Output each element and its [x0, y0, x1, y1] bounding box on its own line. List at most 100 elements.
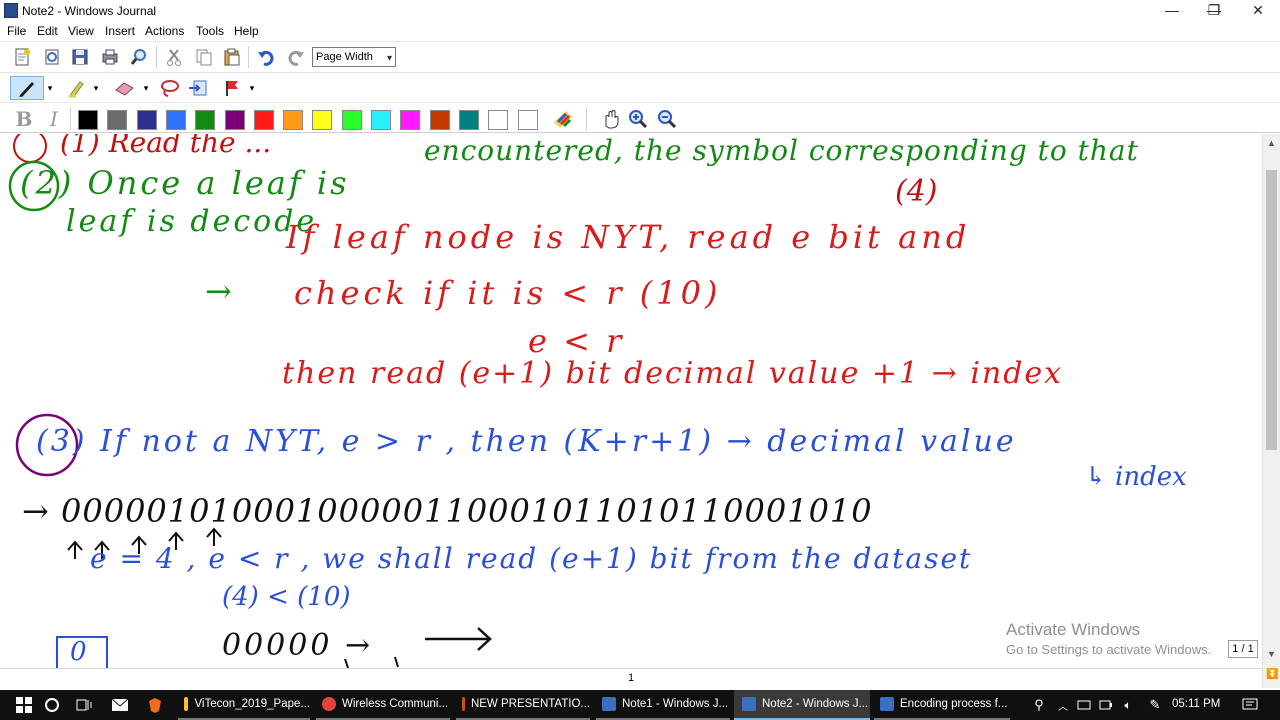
- scrollbar-thumb[interactable]: [1266, 170, 1277, 450]
- note-line: ↳ index: [1085, 462, 1187, 492]
- chevron-up-icon[interactable]: ︿: [1056, 690, 1070, 720]
- pen-icon[interactable]: [10, 76, 44, 100]
- color-swatch[interactable]: [107, 110, 128, 130]
- paste-icon[interactable]: [220, 45, 244, 69]
- zoom-value: Page Width: [316, 51, 373, 63]
- journal-app-icon: [4, 3, 18, 18]
- battery-icon[interactable]: [1098, 690, 1114, 720]
- notifications-icon[interactable]: [1240, 690, 1260, 720]
- zoom-out-icon[interactable]: [655, 107, 679, 131]
- taskbar-item[interactable]: NEW PRESENTATIO...: [456, 690, 590, 720]
- menu-actions[interactable]: Actions: [145, 24, 184, 38]
- flag-icon[interactable]: [220, 76, 244, 100]
- task-view-icon[interactable]: [74, 690, 94, 720]
- color-swatch[interactable]: [136, 110, 157, 130]
- window-title: Note2 - Windows Journal: [22, 4, 157, 18]
- scroll-up-icon[interactable]: ▲: [1267, 138, 1276, 148]
- note-line: (2) Once a leaf is: [20, 164, 350, 202]
- people-icon[interactable]: ⚲: [1030, 690, 1048, 720]
- toolbar-separator: [156, 46, 157, 68]
- cut-icon[interactable]: [162, 45, 186, 69]
- highlighter-dropdown-icon[interactable]: ▾: [90, 76, 102, 100]
- taskbar-item[interactable]: Note1 - Windows J...: [596, 690, 730, 720]
- highlighter-icon[interactable]: [64, 76, 88, 100]
- note-line: If leaf node is NYT, read e bit and: [286, 218, 971, 256]
- menu-help[interactable]: Help: [234, 24, 259, 38]
- menu-edit[interactable]: Edit: [37, 24, 58, 38]
- note-line: encountered, the symbol corresponding to…: [424, 134, 1139, 167]
- mail-icon[interactable]: [110, 690, 130, 720]
- maximize-button[interactable]: ❐: [1192, 0, 1236, 22]
- note-line: then read (e+1) bit decimal value +1 → i…: [282, 356, 1064, 391]
- find-icon[interactable]: [127, 45, 151, 69]
- save-icon[interactable]: [68, 45, 92, 69]
- bold-button[interactable]: B: [12, 107, 36, 131]
- toolbar-separator: [70, 108, 71, 130]
- color-swatch[interactable]: [165, 110, 186, 130]
- taskbar-item-label: Note1 - Windows J...: [622, 698, 729, 710]
- title-bar: Note2 - Windows Journal —: [0, 0, 1280, 22]
- color-swatch[interactable]: [517, 110, 538, 130]
- brave-icon[interactable]: [144, 690, 166, 720]
- page-number: 1: [628, 672, 635, 684]
- color-swatch[interactable]: [371, 110, 391, 130]
- chrome-icon: [322, 697, 336, 711]
- search-icon[interactable]: [42, 690, 62, 720]
- menu-file[interactable]: File: [7, 24, 26, 38]
- color-swatch[interactable]: [488, 110, 509, 130]
- menu-bar: File Edit View Insert Actions Tools Help: [0, 22, 1280, 40]
- zoom-select[interactable]: Page Width ▾: [312, 47, 396, 67]
- color-swatch[interactable]: [283, 110, 304, 130]
- color-swatch[interactable]: [195, 110, 216, 130]
- eraser-icon[interactable]: [112, 76, 136, 100]
- taskbar-item-label: Note2 - Windows J...: [762, 698, 869, 710]
- color-swatch[interactable]: [312, 110, 333, 130]
- close-button[interactable]: ✕: [1236, 0, 1280, 22]
- taskbar-item[interactable]: Encoding process f...: [874, 690, 1010, 720]
- color-swatch[interactable]: [78, 110, 98, 130]
- pen-dropdown-icon[interactable]: ▾: [44, 76, 56, 100]
- taskbar-clock[interactable]: 05:11 PM: [1172, 698, 1220, 710]
- arrow-marks: ↑↑↑↑↑: [60, 510, 64, 511]
- copy-icon[interactable]: [192, 45, 216, 69]
- undo-icon[interactable]: [254, 45, 278, 69]
- taskbar-item[interactable]: ViTecon_2019_Pape...: [178, 690, 310, 720]
- start-button[interactable]: [10, 690, 38, 720]
- next-page-icon[interactable]: ⏬: [1266, 669, 1278, 680]
- minimize-button[interactable]: —: [1150, 0, 1194, 22]
- note-line: (4): [895, 174, 938, 209]
- vertical-scrollbar[interactable]: ▲ ▼ ⏬: [1262, 134, 1280, 688]
- color-swatch[interactable]: [224, 110, 245, 130]
- redo-icon[interactable]: [284, 45, 308, 69]
- print-icon[interactable]: [98, 45, 122, 69]
- note-line: e = 4 , e < r , we shall read (e+1) bit …: [90, 542, 973, 575]
- color-swatch[interactable]: [458, 110, 479, 130]
- italic-button[interactable]: I: [42, 107, 66, 131]
- scroll-down-icon[interactable]: ▼: [1267, 649, 1276, 659]
- color-swatch[interactable]: [253, 110, 274, 130]
- open-icon[interactable]: [40, 45, 64, 69]
- menu-view[interactable]: View: [68, 24, 94, 38]
- note-canvas[interactable]: (1) Read the ... encountered, the symbol…: [0, 134, 1262, 668]
- flag-dropdown-icon[interactable]: ▾: [246, 76, 258, 100]
- menu-insert[interactable]: Insert: [105, 24, 135, 38]
- new-note-icon[interactable]: [10, 45, 34, 69]
- menu-tools[interactable]: Tools: [196, 24, 224, 38]
- zoom-in-icon[interactable]: [626, 107, 650, 131]
- color-swatch[interactable]: [429, 110, 450, 130]
- taskbar-item[interactable]: Wireless Communi...: [316, 690, 450, 720]
- note-line: 00000 →: [222, 628, 374, 663]
- taskbar: ViTecon_2019_Pape... Wireless Communi...…: [0, 690, 1280, 720]
- pen-workspace-icon[interactable]: ✎: [1146, 690, 1164, 720]
- eraser-dropdown-icon[interactable]: ▾: [140, 76, 152, 100]
- volume-icon[interactable]: 🔈︎: [1120, 690, 1136, 720]
- insert-space-icon[interactable]: [186, 76, 210, 100]
- pan-hand-icon[interactable]: [598, 107, 622, 131]
- note-line: (4) < (10): [222, 582, 351, 612]
- taskbar-item-active[interactable]: Note2 - Windows J...: [734, 690, 870, 720]
- color-swatch[interactable]: [400, 110, 421, 130]
- lasso-select-icon[interactable]: [158, 76, 182, 100]
- network-icon[interactable]: [1076, 690, 1092, 720]
- color-swatch[interactable]: [341, 110, 362, 130]
- pen-color-picker-icon[interactable]: [552, 107, 576, 131]
